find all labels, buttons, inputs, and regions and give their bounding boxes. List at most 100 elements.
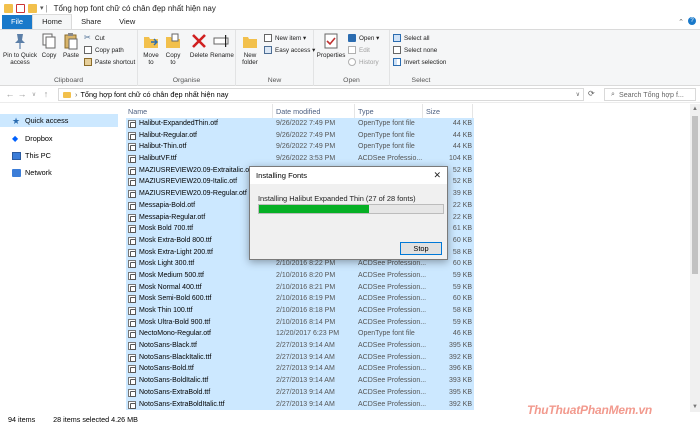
file-size: 60 KB	[452, 295, 472, 303]
table-row[interactable]: Halibut-ExpandedThin.otf 9/26/2022 7:49 P…	[126, 118, 474, 130]
install-progress-bar	[258, 204, 444, 214]
tab-file[interactable]: File	[2, 15, 33, 29]
font-file-icon	[128, 178, 136, 187]
table-row[interactable]: Halibut-Regular.otf 9/26/2022 7:49 PM Open…	[126, 129, 474, 142]
folder-icon	[63, 91, 71, 98]
customize-toolbar-icon[interactable]: ▾	[40, 4, 44, 12]
table-row[interactable]: NotoSans-BoldItalic.ttf 2/27/2013 9:14 AM…	[126, 375, 474, 387]
history-button[interactable]: History	[348, 57, 379, 67]
nav-item-label: Quick access	[25, 116, 69, 125]
column-type[interactable]: Type	[358, 107, 374, 116]
font-file-icon	[128, 201, 136, 210]
stop-button[interactable]: Stop	[400, 242, 442, 255]
new-folder-quick-icon[interactable]	[28, 3, 37, 13]
table-row[interactable]: Mosk Thin 100.ttf 2/10/2016 8:18 PM ACDSee…	[126, 305, 474, 317]
tab-view[interactable]: View	[110, 15, 144, 29]
rename-button[interactable]: Rename	[210, 32, 234, 59]
paste-shortcut-button[interactable]: Paste shortcut	[84, 57, 135, 67]
column-date-modified[interactable]: Date modified	[276, 107, 320, 116]
address-box[interactable]: › Tổng hợp font chữ có chân đẹp nhất hiệ…	[58, 88, 584, 101]
explorer-icon	[4, 3, 13, 13]
scrollbar-thumb[interactable]	[692, 116, 698, 274]
column-name[interactable]: Name	[128, 107, 147, 116]
column-divider[interactable]	[472, 104, 473, 118]
file-name: NotoSans-ExtraBoldItalic.ttf	[139, 400, 225, 408]
edit-button[interactable]: Edit	[348, 45, 370, 55]
nav-item-network[interactable]: Network	[0, 166, 118, 179]
forward-arrow-icon[interactable]: →	[16, 89, 28, 99]
close-icon[interactable]: ✕	[433, 170, 441, 181]
paste-button[interactable]: Paste	[61, 32, 81, 59]
cut-button[interactable]: ✂ Cut	[84, 33, 105, 43]
table-row[interactable]: NotoSans-Black.ttf 2/27/2013 9:14 AM ACDSe…	[126, 340, 474, 352]
font-file-icon	[128, 342, 136, 351]
column-size[interactable]: Size	[426, 107, 440, 116]
column-divider[interactable]	[272, 104, 273, 118]
address-bar-row: ← → ∨ ↑ › Tổng hợp font chữ có chân đẹp …	[0, 86, 700, 103]
file-type: OpenType font file	[358, 143, 415, 151]
table-row[interactable]: NotoSans-ExtraBoldItalic.ttf 2/27/2013 9:…	[126, 398, 474, 411]
move-to-button[interactable]: Move to	[141, 32, 161, 66]
address-path[interactable]: Tổng hợp font chữ có chân đẹp nhất hiện …	[80, 90, 228, 99]
copy-to-button[interactable]: Copy to	[163, 32, 183, 66]
file-date: 2/10/2016 8:20 PM	[276, 271, 336, 279]
scroll-down-arrow-icon[interactable]: ▼	[690, 402, 700, 412]
scroll-up-arrow-icon[interactable]: ▲	[690, 104, 700, 114]
table-row[interactable]: Halibut-Thin.otf 9/26/2022 7:49 PM OpenTyp…	[126, 141, 474, 154]
open-button[interactable]: Open ▾	[348, 33, 379, 43]
copy-path-button[interactable]: Copy path	[84, 45, 124, 55]
edit-icon	[348, 46, 356, 54]
tab-home[interactable]: Home	[32, 14, 73, 29]
properties-button[interactable]: Properties	[316, 32, 346, 59]
table-row[interactable]: Mosk Ultra-Bold 900.ttf 2/10/2016 8:14 PM…	[126, 316, 474, 329]
nav-item-quick-access[interactable]: ★ Quick access	[0, 114, 118, 127]
refresh-icon[interactable]: ⟳	[588, 89, 595, 98]
column-divider[interactable]	[422, 104, 423, 118]
up-arrow-icon[interactable]: ↑	[40, 89, 52, 99]
paste-shortcut-label: Paste shortcut	[95, 58, 136, 66]
font-file-icon	[128, 225, 136, 234]
table-row[interactable]: NotoSans-BlackItalic.ttf 2/27/2013 9:14 A…	[126, 351, 474, 364]
tab-share[interactable]: Share	[72, 15, 110, 29]
font-file-icon	[128, 283, 136, 292]
ribbon-collapse-icon[interactable]: ⌃	[678, 18, 684, 26]
copy-button[interactable]: Copy	[40, 32, 58, 59]
delete-button[interactable]: Delete	[188, 32, 210, 59]
new-item-button[interactable]: New item ▾	[264, 33, 306, 43]
path-chevron-icon[interactable]: ›	[75, 90, 77, 99]
search-box[interactable]: ⌕ Search Tổng hợp f...	[604, 88, 696, 101]
nav-item-dropbox[interactable]: ◆ Dropbox	[0, 132, 118, 145]
table-row[interactable]: Mosk Semi-Bold 600.ttf 2/10/2016 8:19 PM A…	[126, 293, 474, 305]
nav-item-label: Dropbox	[25, 134, 53, 143]
open-group-label: Open	[343, 77, 360, 84]
table-row[interactable]: NectoMono-Regular.otf 12/20/2017 6:23 PM O…	[126, 328, 474, 341]
recent-locations-chevron-icon[interactable]: ∨	[28, 91, 40, 98]
file-type: ACDSee Profession...	[358, 307, 427, 314]
pin-quick-access-button[interactable]: Pin to Quick access	[2, 32, 38, 66]
back-arrow-icon[interactable]: ←	[4, 89, 16, 99]
help-icon[interactable]: ?	[688, 17, 696, 25]
table-row[interactable]: Mosk Medium 500.ttf 2/10/2016 8:20 PM ACDS…	[126, 269, 474, 282]
new-folder-button[interactable]: New folder	[239, 32, 261, 66]
easy-access-icon	[264, 46, 272, 54]
file-size: 58 KB	[452, 307, 472, 314]
file-type: OpenType font file	[358, 120, 415, 127]
select-all-button[interactable]: Select all	[393, 33, 430, 43]
easy-access-button[interactable]: Easy access ▾	[264, 45, 315, 55]
address-dropdown-chevron-icon[interactable]: ∨	[576, 91, 580, 98]
table-row[interactable]: NotoSans-Bold.ttf 2/27/2013 9:14 AM ACDSee…	[126, 363, 474, 376]
table-row[interactable]: HalibutVF.ttf 9/26/2022 3:53 PM ACDSee Pro…	[126, 153, 474, 165]
column-divider[interactable]	[354, 104, 355, 118]
file-name: Mosk Bold 700.ttf	[139, 225, 194, 233]
properties-quick-icon[interactable]	[16, 3, 25, 13]
table-row[interactable]: Mosk Light 300.ttf 2/10/2016 8:22 PM ACDSe…	[126, 258, 474, 270]
file-size: 392 KB	[449, 400, 472, 408]
file-type: ACDSee Profession...	[358, 283, 427, 291]
select-none-button[interactable]: Select none	[393, 45, 437, 55]
vertical-scrollbar[interactable]: ▲ ▼	[690, 104, 700, 412]
nav-item-this-pc[interactable]: This PC	[0, 149, 118, 162]
table-row[interactable]: Mosk Normal 400.ttf 2/10/2016 8:21 PM ACDS…	[126, 281, 474, 294]
invert-selection-button[interactable]: Invert selection	[393, 57, 446, 67]
copy-path-label: Copy path	[95, 46, 124, 54]
table-row[interactable]: NotoSans-ExtraBold.ttf 2/27/2013 9:14 AM A…	[126, 386, 474, 399]
